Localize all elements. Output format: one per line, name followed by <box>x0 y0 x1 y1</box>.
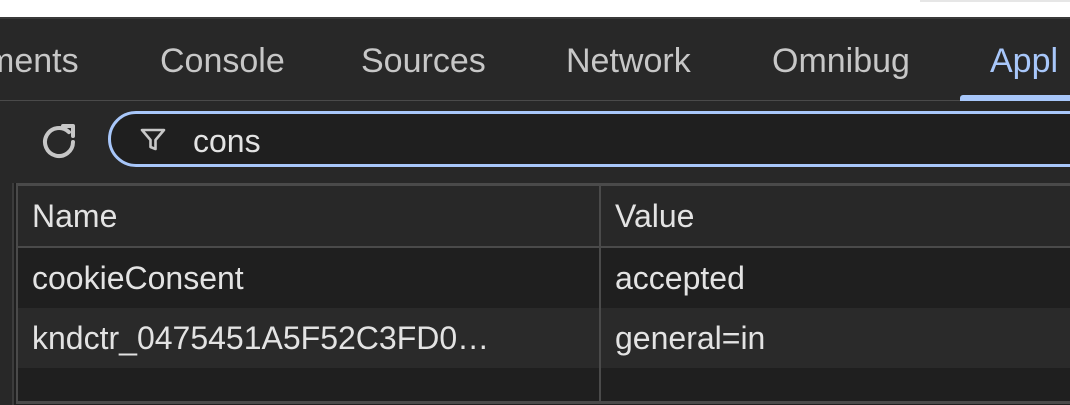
column-divider[interactable] <box>599 186 601 401</box>
storage-table: Name Value cookieConsent accepted kndctr… <box>16 183 1070 404</box>
cell-value: accepted <box>615 260 745 296</box>
tab-sources[interactable]: Sources <box>361 41 486 81</box>
browser-top-strip <box>0 0 1070 17</box>
tab-elements[interactable]: ments <box>0 41 79 81</box>
refresh-icon <box>43 124 75 158</box>
tab-console[interactable]: Console <box>160 41 285 81</box>
cell-value: general=in <box>615 320 766 356</box>
column-header-name[interactable]: Name <box>32 197 117 235</box>
devtools-tab-bar: ments Console Sources Network Omnibug Ap… <box>0 19 1070 101</box>
top-hairline <box>920 0 1070 2</box>
storage-toolbar <box>0 101 1070 183</box>
devtools-panel: ments Console Sources Network Omnibug Ap… <box>0 17 1070 405</box>
cell-name: kndctr_0475451A5F52C3FD0… <box>32 320 490 356</box>
table-row[interactable]: kndctr_0475451A5F52C3FD0… general=in <box>18 308 1070 368</box>
tab-network[interactable]: Network <box>566 41 691 81</box>
tab-application[interactable]: Appl <box>990 41 1058 81</box>
cell-name: cookieConsent <box>32 260 244 296</box>
tab-omnibug[interactable]: Omnibug <box>772 41 910 81</box>
table-row[interactable]: cookieConsent accepted <box>18 248 1070 308</box>
table-header: Name Value <box>18 186 1070 248</box>
filter-icon <box>140 128 166 151</box>
refresh-button[interactable] <box>36 119 82 165</box>
filter-box[interactable] <box>108 111 1070 167</box>
filter-input[interactable] <box>191 120 995 162</box>
column-header-value[interactable]: Value <box>615 197 694 235</box>
table-empty-row <box>18 368 1070 404</box>
